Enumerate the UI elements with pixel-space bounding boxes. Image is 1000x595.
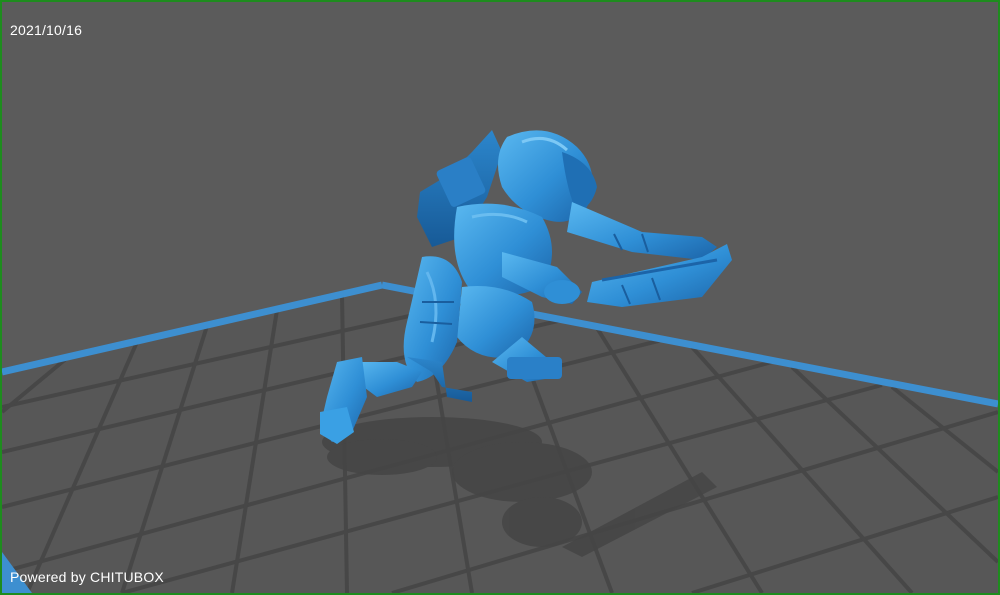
date-label: 2021/10/16 (10, 22, 83, 38)
powered-by-label: Powered by CHITUBOX (10, 569, 164, 585)
chitubox-preview-viewport[interactable]: 2021/10/16 Powered by CHITUBOX (0, 0, 1000, 595)
3d-scene[interactable] (2, 2, 998, 593)
